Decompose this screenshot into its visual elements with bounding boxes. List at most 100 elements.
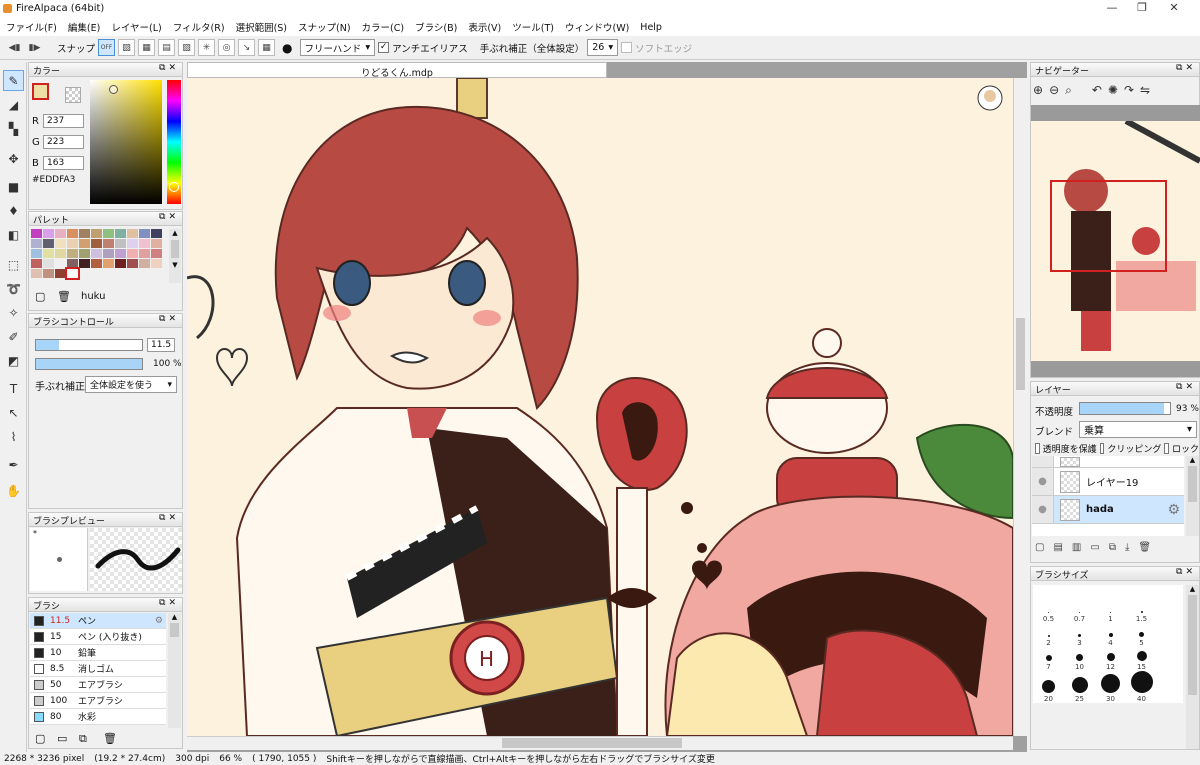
artwork-canvas[interactable]: H <box>187 78 1013 736</box>
zoom-in-icon[interactable]: ⊕ <box>1033 83 1043 98</box>
palette-swatch[interactable] <box>31 259 42 268</box>
flip-horizontal-icon[interactable]: ⇋ <box>1140 83 1150 98</box>
palette-swatch[interactable] <box>43 269 54 278</box>
transparent-color-icon[interactable] <box>65 87 81 103</box>
palette-swatch[interactable] <box>127 229 138 238</box>
duplicate-brush-icon[interactable]: ⧉ <box>79 732 87 746</box>
palette-scrollbar[interactable]: ▲ ▼ <box>169 229 181 283</box>
palette-swatch[interactable] <box>151 259 162 268</box>
brush-size-cell[interactable]: 0.5 <box>1033 585 1064 623</box>
delete-layer-icon[interactable]: 🗑 <box>1138 542 1151 553</box>
panel-buttons-icon[interactable]: ⧉✕ <box>159 598 179 608</box>
palette-swatch[interactable] <box>91 229 102 238</box>
layer-settings-gear-icon[interactable]: ⚙ <box>1167 502 1180 518</box>
gradient-tool-icon[interactable]: ◧ <box>3 224 24 245</box>
new-8bit-layer-icon[interactable]: ▤ <box>1053 542 1062 553</box>
menu-item[interactable]: ファイル(F) <box>6 20 57 34</box>
palette-swatch[interactable] <box>31 239 42 248</box>
brush-stabilizer-select[interactable]: 全体設定を使う ▾ <box>85 376 177 393</box>
navigator-preview[interactable] <box>1031 105 1200 377</box>
redo-icon[interactable]: ▮▶ <box>26 39 43 56</box>
menu-item[interactable]: ツール(T) <box>512 20 554 34</box>
brush-item[interactable]: 11.5 ペン ⚙ <box>30 613 166 629</box>
brush-size-cell[interactable]: 4 <box>1095 623 1126 647</box>
hue-cursor[interactable] <box>169 182 179 192</box>
palette-swatch[interactable] <box>115 259 126 268</box>
menu-item[interactable]: スナップ(N) <box>298 20 351 34</box>
palette-swatch[interactable] <box>91 259 102 268</box>
blur-tool-icon[interactable]: ⌇ <box>3 426 24 447</box>
brush-size-cell[interactable]: 20 <box>1033 671 1064 703</box>
panel-buttons-icon[interactable]: ⧉✕ <box>159 63 179 73</box>
brush-item[interactable]: 15 ペン (入り抜き) <box>30 629 166 645</box>
layer-list-scrollbar[interactable]: ▲ <box>1186 456 1199 536</box>
palette-swatch[interactable] <box>31 229 42 238</box>
palette-swatch[interactable] <box>67 249 78 258</box>
brush-folder-icon[interactable]: ▭ <box>57 732 67 745</box>
picker-cursor[interactable] <box>109 85 118 94</box>
new-brush-icon[interactable]: ▢ <box>35 732 45 745</box>
draw-mode-select[interactable]: フリーハンド ▾ <box>299 39 376 56</box>
snap-circle-icon[interactable]: ◎ <box>218 39 236 56</box>
layer-scroll-thumb[interactable] <box>1188 466 1197 502</box>
palette-swatch[interactable] <box>79 249 90 258</box>
select-pen-icon[interactable]: ✐ <box>3 326 24 347</box>
snap-cross-icon[interactable]: ▤ <box>158 39 176 56</box>
palette-swatch[interactable] <box>151 249 162 258</box>
layer-visibility-icon[interactable] <box>1032 456 1054 467</box>
palette-swatch[interactable] <box>43 229 54 238</box>
brush-size-cell[interactable]: 0.7 <box>1064 585 1095 623</box>
close-icon[interactable]: ✕ <box>1160 1 1188 17</box>
palette-swatch[interactable] <box>91 249 102 258</box>
brush-size-scrollbar[interactable]: ▲ <box>1186 585 1199 749</box>
panel-buttons-icon[interactable]: ⧉✕ <box>159 314 179 324</box>
palette-swatch[interactable] <box>43 259 54 268</box>
layer-opacity-slider[interactable] <box>1079 402 1171 415</box>
snap-vanish-icon[interactable]: ▧ <box>178 39 196 56</box>
brush-size-scroll-thumb[interactable] <box>1188 595 1197 695</box>
delete-brush-icon[interactable]: 🗑 <box>103 732 117 745</box>
panel-buttons-icon[interactable]: ⧉✕ <box>1176 382 1196 392</box>
brush-size-field[interactable]: 11.5 <box>147 338 175 352</box>
palette-swatch[interactable] <box>55 249 66 258</box>
panel-buttons-icon[interactable]: ⧉✕ <box>159 212 179 222</box>
palette-swatch[interactable] <box>103 259 114 268</box>
brush-item[interactable]: 100 エアブラシ <box>30 693 166 709</box>
snap-off-button[interactable]: OFF <box>98 39 116 56</box>
brush-size-cell[interactable]: 15 <box>1126 647 1157 671</box>
brush-size-cell[interactable]: 40 <box>1126 671 1157 703</box>
minimize-icon[interactable]: — <box>1098 1 1126 17</box>
lock-checkbox[interactable] <box>1164 443 1169 454</box>
canvas-h-thumb[interactable] <box>502 738 682 748</box>
palette-swatch[interactable] <box>43 239 54 248</box>
palette-scroll-thumb[interactable] <box>171 240 179 258</box>
fill-rect-icon[interactable]: ■ <box>3 176 24 197</box>
palette-swatch[interactable] <box>115 239 126 248</box>
scroll-up-icon[interactable]: ▲ <box>1186 456 1199 464</box>
undo-icon[interactable]: ◀▮ <box>6 39 23 56</box>
layer-row-partial[interactable] <box>1032 456 1184 468</box>
palette-swatch[interactable] <box>31 249 42 258</box>
scroll-up-icon[interactable]: ▲ <box>1186 585 1199 593</box>
palette-swatch[interactable] <box>115 229 126 238</box>
document-tab[interactable]: りどるくん.mdp <box>187 62 607 79</box>
palette-swatch[interactable] <box>103 229 114 238</box>
brush-item[interactable]: 8.5 消しゴム <box>30 661 166 677</box>
text-tool-icon[interactable]: T <box>3 378 24 399</box>
canvas-h-scrollbar[interactable] <box>187 736 1013 750</box>
protect-alpha-checkbox[interactable] <box>1035 443 1040 454</box>
saturation-value-picker[interactable] <box>90 80 162 204</box>
brush-size-cell[interactable]: 25 <box>1064 671 1095 703</box>
brush-size-cell[interactable]: 1 <box>1095 585 1126 623</box>
eyedropper-icon[interactable]: ✒ <box>3 454 24 475</box>
delete-palette-icon[interactable]: 🗑 <box>57 290 71 303</box>
g-field[interactable]: 223 <box>43 135 84 149</box>
palette-swatch[interactable] <box>79 239 90 248</box>
snap-curve-icon[interactable]: ↘ <box>238 39 256 56</box>
restore-icon[interactable]: ❐ <box>1128 1 1156 17</box>
menu-item[interactable]: Help <box>640 22 662 33</box>
merge-down-icon[interactable]: ⤓ <box>1125 542 1129 553</box>
palette-swatch[interactable] <box>31 269 42 278</box>
brush-size-cell[interactable]: 10 <box>1064 647 1095 671</box>
brush-item[interactable]: 80 水彩 <box>30 709 166 725</box>
